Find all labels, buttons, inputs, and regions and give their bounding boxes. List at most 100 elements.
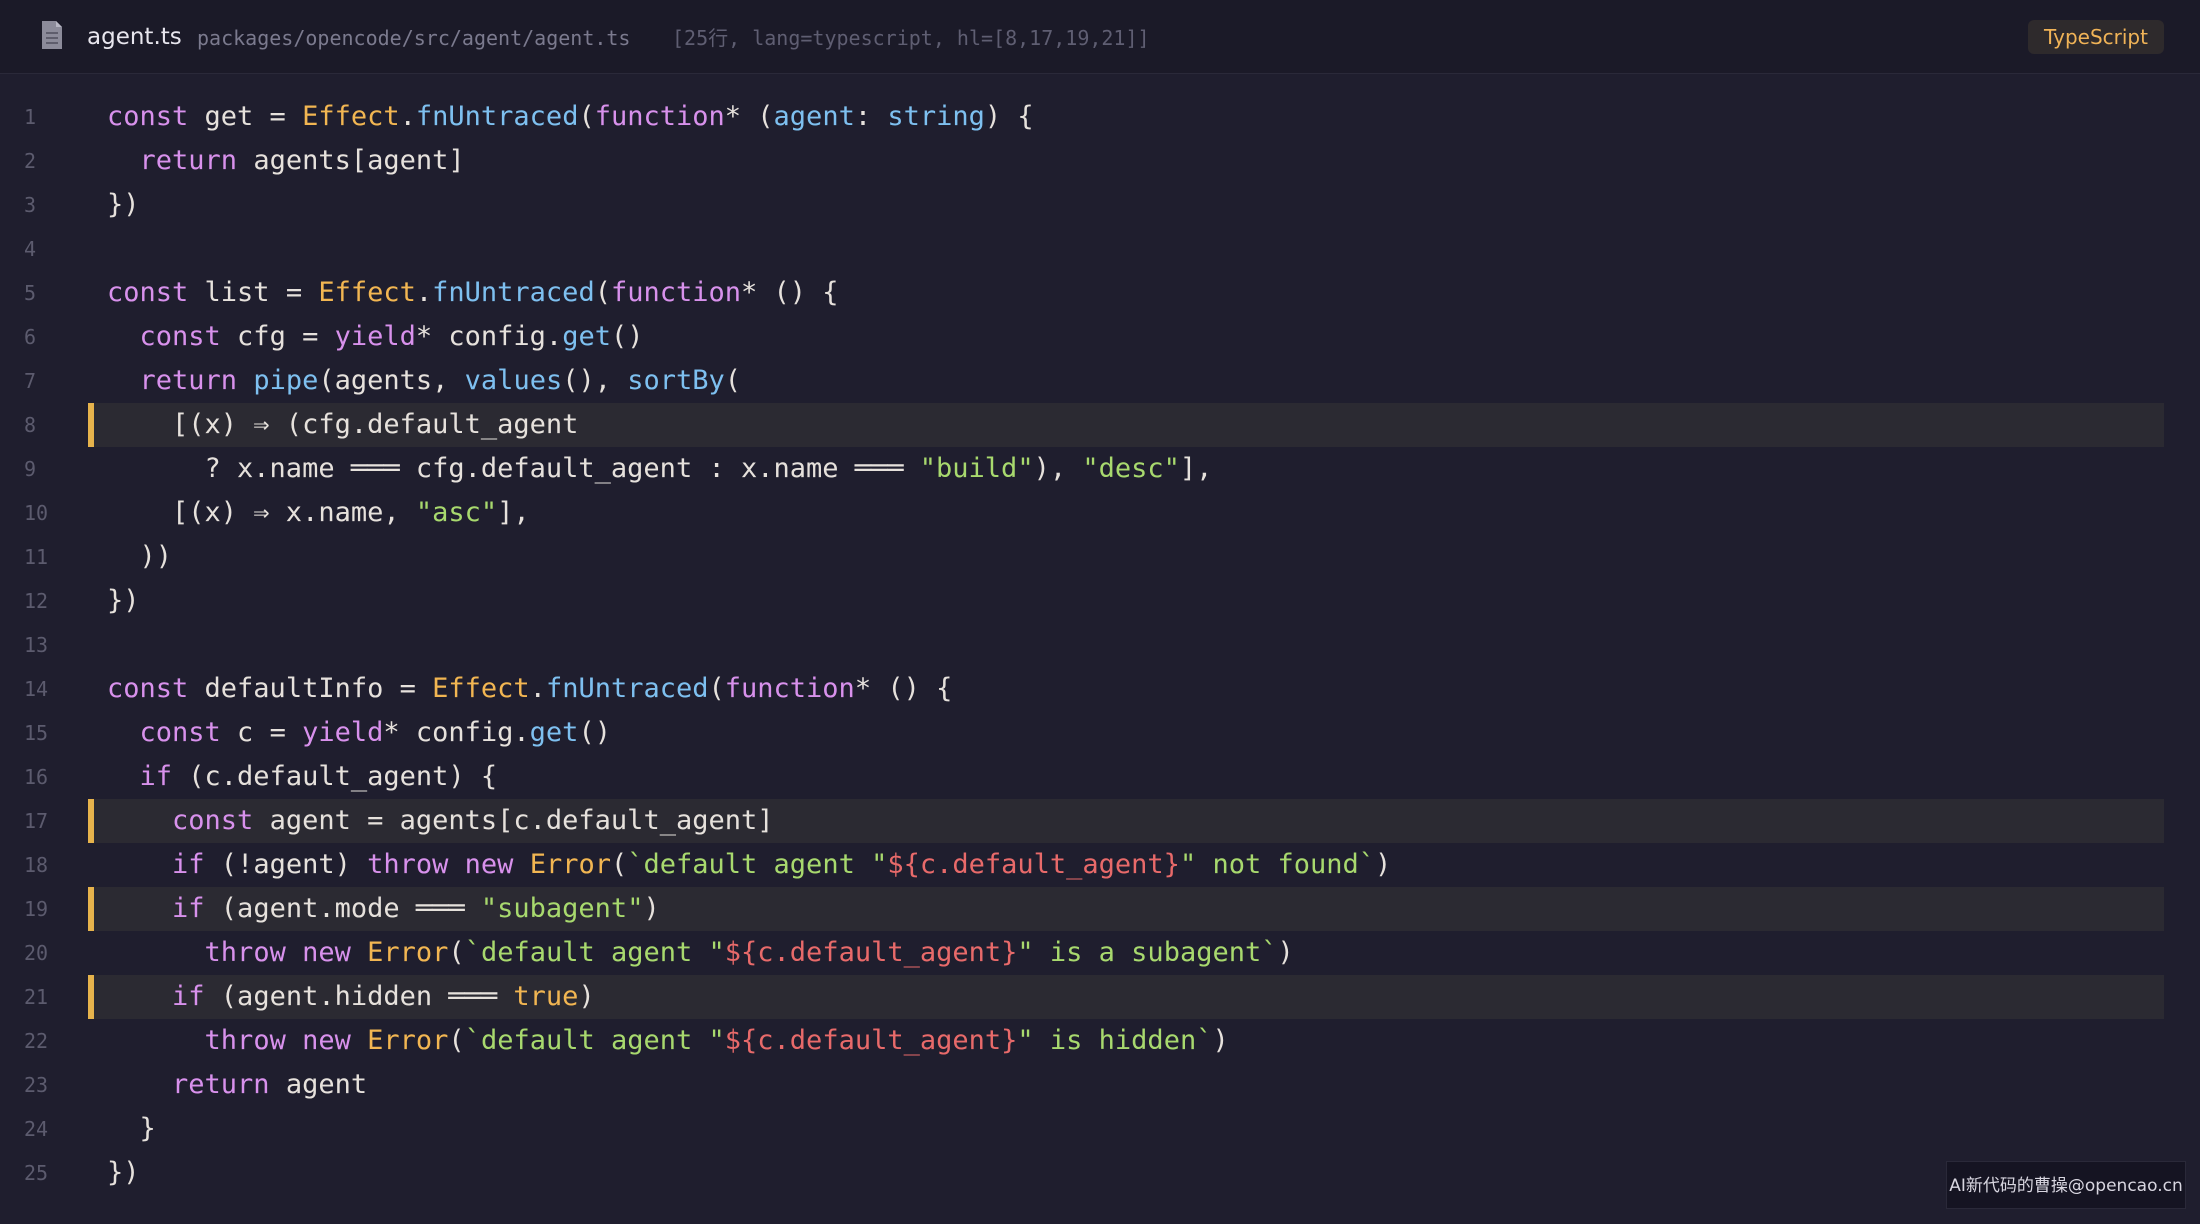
- code-token: ) {: [984, 101, 1034, 132]
- code-token: function: [610, 277, 742, 308]
- code-token: .: [415, 277, 433, 308]
- code-token: (),: [562, 365, 628, 396]
- code-line[interactable]: 20 throw new Error(`default agent "${c.d…: [0, 931, 2200, 975]
- code-line[interactable]: 12}): [0, 579, 2200, 623]
- code-line[interactable]: 23 return agent: [0, 1063, 2200, 1107]
- line-number: 21: [24, 985, 49, 1009]
- line-source: const get = Effect.fnUntraced(function* …: [107, 95, 1034, 139]
- code-token: (: [578, 101, 595, 132]
- code-token: values: [464, 365, 563, 396]
- code-token: }): [107, 585, 140, 616]
- code-token: yield: [302, 717, 384, 748]
- code-line[interactable]: 22 throw new Error(`default agent "${c.d…: [0, 1019, 2200, 1063]
- code-token: ],: [497, 497, 530, 528]
- code-line[interactable]: 7 return pipe(agents, values(), sortBy(: [0, 359, 2200, 403]
- code-token: fnUntraced: [415, 101, 579, 132]
- line-number: 14: [24, 677, 49, 701]
- code-line[interactable]: 1 const get = Effect.fnUntraced(function*…: [0, 95, 2200, 139]
- code-token: function: [594, 101, 725, 132]
- line-source: ? x.name ═══ cfg.default_agent : x.name …: [107, 447, 1213, 491]
- code-line[interactable]: 8 [(x) ⇒ (cfg.default_agent: [24, 403, 2164, 447]
- code-token: (: [448, 1025, 465, 1056]
- code-token: get: [529, 717, 579, 748]
- line-number: 4: [24, 237, 37, 261]
- code-token: new: [302, 937, 351, 968]
- code-token: c =: [220, 717, 303, 748]
- code-token: " not found`: [1179, 849, 1376, 880]
- code-token: * config.: [415, 321, 563, 352]
- code-line[interactable]: 17 const agent = agents[c.default_agent]: [24, 799, 2164, 843]
- highlight-bar: [88, 975, 94, 1019]
- code-line[interactable]: 6 const cfg = yield* config.get(): [0, 315, 2200, 359]
- code-line[interactable]: 9 ? x.name ═══ cfg.default_agent : x.nam…: [0, 447, 2200, 491]
- line-source: [(x) ⇒ (cfg.default_agent: [107, 403, 578, 447]
- code-token: (agent.hidden ═══: [204, 981, 514, 1012]
- line-source: if (!agent) throw new Error(`default age…: [107, 843, 1391, 887]
- code-token: (: [708, 673, 725, 704]
- code-token: (: [610, 849, 628, 880]
- code-token: .: [399, 101, 416, 132]
- line-number: 23: [24, 1073, 49, 1097]
- code-line[interactable]: 15 const c = yield* config.get(): [0, 711, 2200, 755]
- code-token: }): [107, 189, 140, 220]
- code-line[interactable]: 11 )): [0, 535, 2200, 579]
- line-source: return agents[agent]: [107, 139, 465, 183]
- code-token: (): [610, 321, 644, 352]
- code-line[interactable]: 14 const defaultInfo = Effect.fnUntraced(…: [0, 667, 2200, 711]
- code-line[interactable]: 4: [0, 227, 2200, 271]
- highlight-bar: [88, 403, 94, 447]
- code-token: Error: [529, 849, 611, 880]
- code-line[interactable]: 18 if (!agent) throw new Error(`default …: [0, 843, 2200, 887]
- code-token: (agents,: [318, 365, 465, 396]
- code-token: (c.default_agent) {: [172, 761, 498, 792]
- code-token: const: [107, 101, 189, 132]
- code-token: agents[agent]: [237, 145, 465, 176]
- code-token: string: [887, 101, 985, 132]
- file-name[interactable]: agent.ts: [87, 22, 182, 52]
- code-token: fnUntraced: [432, 277, 595, 308]
- code-line[interactable]: 24 }: [0, 1107, 2200, 1151]
- code-token: cfg =: [220, 321, 335, 352]
- code-line[interactable]: 19 if (agent.mode ═══ "subagent"): [24, 887, 2164, 931]
- line-source: }): [107, 579, 140, 623]
- code-line[interactable]: 21 if (agent.hidden ═══ true): [24, 975, 2164, 1019]
- code-token: const: [107, 277, 189, 308]
- code-token: if: [172, 981, 205, 1012]
- line-source: )): [107, 535, 173, 579]
- file-document-icon: [42, 21, 62, 49]
- code-line[interactable]: 13: [0, 623, 2200, 667]
- line-number: 24: [24, 1117, 49, 1141]
- line-number: 7: [24, 369, 37, 393]
- code-line[interactable]: 25}): [0, 1151, 2200, 1195]
- code-token: (: [448, 937, 465, 968]
- code-line[interactable]: 5 const list = Effect.fnUntraced(function…: [0, 271, 2200, 315]
- code-token: if: [139, 761, 173, 792]
- code-token: throw: [204, 937, 286, 968]
- code-token: )): [107, 541, 173, 572]
- code-token: defaultInfo =: [188, 673, 433, 704]
- line-number: 22: [24, 1029, 49, 1053]
- code-view[interactable]: 1 const get = Effect.fnUntraced(function*…: [0, 95, 2200, 1195]
- code-token: * () {: [854, 673, 953, 704]
- line-source: if (agent.hidden ═══ true): [107, 975, 595, 1019]
- code-token: ): [1375, 849, 1392, 880]
- line-number: 17: [24, 809, 49, 833]
- code-token: const: [139, 321, 221, 352]
- language-badge[interactable]: TypeScript: [2028, 20, 2164, 54]
- code-line[interactable]: 3}): [0, 183, 2200, 227]
- code-token: return: [172, 1069, 270, 1100]
- code-line[interactable]: 16 if (c.default_agent) {: [0, 755, 2200, 799]
- line-source: [(x) ⇒ x.name, "asc"],: [107, 491, 530, 535]
- code-line[interactable]: 10 [(x) ⇒ x.name, "asc"],: [0, 491, 2200, 535]
- code-line[interactable]: 2 return agents[agent]: [0, 139, 2200, 183]
